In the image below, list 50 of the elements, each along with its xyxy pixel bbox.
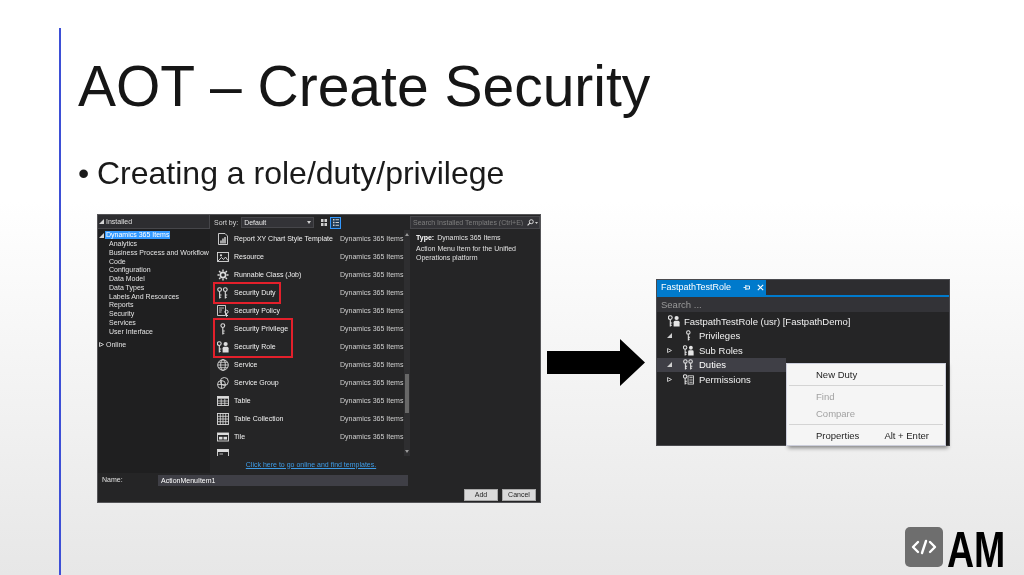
- grid-view-icon: [320, 219, 327, 226]
- right-arrow-icon: [547, 339, 645, 386]
- key-icon: [683, 330, 694, 342]
- gear-icon: [217, 269, 229, 281]
- scrollbar-thumb[interactable]: [405, 374, 409, 413]
- search-field[interactable]: Search ...: [657, 297, 949, 312]
- dropdown-caret-icon[interactable]: [535, 222, 538, 224]
- menu-item[interactable]: Properties Alt + Enter: [787, 427, 945, 444]
- view-button[interactable]: [318, 216, 330, 229]
- collapsed-arrow-icon[interactable]: [99, 342, 104, 348]
- search-icon[interactable]: [527, 219, 534, 226]
- expanded-arrow-icon[interactable]: [99, 232, 104, 238]
- bullet-marker: •: [78, 157, 91, 189]
- menu-item[interactable]: New Duty: [787, 366, 945, 383]
- grid-icon: [217, 413, 229, 425]
- keys-icon: [683, 359, 694, 371]
- tree-item[interactable]: FastpathTestRole (usr) [FastpathDemo]: [657, 314, 949, 329]
- close-icon[interactable]: [757, 284, 764, 291]
- expanded-arrow-icon[interactable]: [667, 333, 672, 339]
- scroll-down-icon[interactable]: [405, 450, 409, 453]
- tree-item[interactable]: Sub Roles: [657, 343, 786, 358]
- tile-icon: [217, 431, 229, 443]
- tree-item[interactable]: Permissions: [657, 372, 786, 387]
- list-view-icon: [332, 219, 339, 226]
- collapsed-arrow-icon[interactable]: [667, 347, 672, 353]
- tree-item[interactable]: Privileges: [657, 328, 786, 343]
- key-list-icon: [683, 373, 694, 385]
- expanded-arrow-icon[interactable]: [99, 219, 104, 224]
- logo-text: AM: [947, 525, 1006, 575]
- collapsed-arrow-icon[interactable]: [667, 376, 672, 382]
- scrollbar[interactable]: [404, 230, 410, 456]
- table-icon: [217, 395, 229, 407]
- key-user-icon: [217, 341, 229, 353]
- globes-icon: [217, 377, 229, 389]
- view-button[interactable]: [330, 216, 342, 229]
- document-tab[interactable]: FastpathTestRole: [657, 280, 766, 295]
- scroll-up-icon[interactable]: [405, 233, 409, 236]
- image-icon: [217, 251, 229, 263]
- key-user-icon: [683, 344, 694, 356]
- globe-icon: [217, 359, 229, 371]
- bar-chart-icon: [217, 233, 229, 245]
- bullet-text: Creating a role/duty/privilege: [97, 157, 505, 189]
- keys-icon: [217, 287, 229, 299]
- tree-item[interactable]: Duties: [657, 357, 786, 372]
- document-key-icon: [217, 305, 229, 317]
- code-icon: [905, 527, 943, 567]
- key-user-icon: [668, 315, 680, 328]
- pin-icon[interactable]: [743, 284, 750, 291]
- dropdown-caret-icon: [307, 221, 312, 224]
- expanded-arrow-icon[interactable]: [667, 362, 672, 368]
